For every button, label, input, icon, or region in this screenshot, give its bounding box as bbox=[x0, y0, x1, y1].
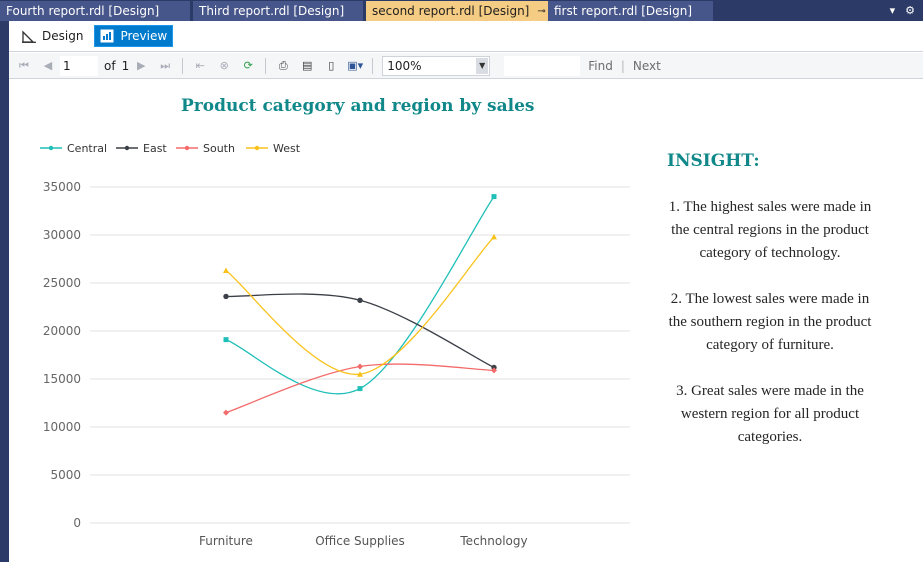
legend-label: East bbox=[143, 142, 167, 155]
design-button[interactable]: Design bbox=[17, 25, 88, 47]
data-point bbox=[357, 297, 363, 303]
legend-marker bbox=[184, 145, 190, 151]
document-tab-bar: Fourth report.rdl [Design] Third report.… bbox=[0, 0, 923, 21]
legend-label: South bbox=[203, 142, 235, 155]
y-tick-label: 10000 bbox=[43, 420, 81, 434]
insight-point-2: 2. The lowest sales were made in the sou… bbox=[668, 291, 872, 353]
last-page-icon[interactable]: ⏭ bbox=[157, 58, 173, 74]
insight-point-3: 3. Great sales were made in the western … bbox=[676, 383, 864, 445]
find-separator: | bbox=[620, 58, 625, 73]
preview-icon bbox=[100, 29, 114, 43]
page-total: 1 bbox=[121, 58, 130, 73]
left-frame bbox=[0, 21, 9, 562]
toolbar-separator bbox=[372, 57, 374, 74]
gear-icon[interactable]: ⚙ bbox=[905, 4, 915, 17]
legend-marker bbox=[254, 145, 260, 151]
refresh-icon[interactable]: ⟳ bbox=[240, 58, 256, 74]
page-setup-icon[interactable]: ▯ bbox=[323, 58, 339, 74]
page-number-input[interactable]: 1 bbox=[60, 55, 98, 76]
line-chart: 0 5000 10000 15000 20000 25000 30000 35000 Furni… bbox=[40, 142, 630, 548]
tab-label: Third report.rdl [Design] bbox=[199, 3, 345, 18]
y-tick-label: 5000 bbox=[50, 468, 81, 482]
chevron-down-icon[interactable]: ▼ bbox=[476, 57, 489, 74]
x-tick-label: Furniture bbox=[199, 534, 253, 548]
page-of-label: of bbox=[104, 58, 116, 73]
find-next-button[interactable]: Next bbox=[633, 59, 661, 73]
legend-label: Central bbox=[67, 142, 107, 155]
tab-label: first report.rdl [Design] bbox=[554, 3, 693, 18]
design-label: Design bbox=[42, 29, 84, 43]
tab-fourth-report[interactable]: Fourth report.rdl [Design] bbox=[0, 1, 190, 21]
legend-marker bbox=[48, 145, 54, 151]
x-tick-label: Technology bbox=[459, 534, 527, 548]
tab-third-report[interactable]: Third report.rdl [Design] bbox=[193, 1, 363, 21]
series-line-west bbox=[225, 236, 495, 375]
data-point bbox=[223, 267, 229, 274]
insight-heading: INSIGHT: bbox=[667, 151, 760, 171]
y-tick-label: 25000 bbox=[43, 276, 81, 290]
data-point bbox=[223, 337, 229, 343]
find-button[interactable]: Find bbox=[588, 59, 613, 73]
stop-icon[interactable]: ⊗ bbox=[216, 58, 232, 74]
tab-label: second report.rdl [Design] bbox=[372, 3, 530, 18]
data-point bbox=[357, 386, 363, 392]
preview-button[interactable]: Preview bbox=[94, 25, 174, 47]
zoom-select[interactable]: 100% ▼ bbox=[382, 55, 491, 76]
toolbar-separator bbox=[182, 57, 184, 74]
data-point bbox=[491, 194, 497, 200]
legend-label: West bbox=[273, 142, 301, 155]
tab-menu: ▾ ⚙ bbox=[890, 0, 923, 21]
toolbar-separator bbox=[265, 57, 267, 74]
first-page-icon[interactable]: ⏮ bbox=[16, 58, 32, 74]
print-icon[interactable]: ⎙ bbox=[275, 58, 291, 74]
report-toolbar: ⏮ ◀ 1 of 1 ▶ ⏭ ⇤ ⊗ ⟳ ⎙ ▤ ▯ ▣▾ 100% ▼ Fin… bbox=[9, 53, 923, 79]
zoom-value: 100% bbox=[387, 58, 422, 73]
find-input[interactable] bbox=[504, 55, 581, 76]
y-tick-label: 15000 bbox=[43, 372, 81, 386]
tab-label: Fourth report.rdl [Design] bbox=[6, 3, 160, 18]
previous-page-icon[interactable]: ◀ bbox=[40, 58, 56, 74]
export-icon[interactable]: ▣▾ bbox=[347, 58, 363, 74]
y-tick-label: 20000 bbox=[43, 324, 81, 338]
next-page-icon[interactable]: ▶ bbox=[133, 58, 149, 74]
design-ruler-icon bbox=[22, 30, 36, 43]
preview-label: Preview bbox=[120, 29, 168, 43]
print-layout-icon[interactable]: ▤ bbox=[299, 58, 315, 74]
legend-marker bbox=[124, 145, 130, 151]
dropdown-icon[interactable]: ▾ bbox=[890, 4, 896, 17]
y-tick-label: 30000 bbox=[43, 228, 81, 242]
y-tick-label: 35000 bbox=[43, 180, 81, 194]
pin-icon[interactable]: ⊸ bbox=[537, 2, 545, 21]
tab-second-report[interactable]: second report.rdl [Design] ⊸ ✕ bbox=[366, 1, 548, 21]
data-point bbox=[223, 293, 229, 300]
data-point bbox=[357, 363, 363, 370]
y-tick-label: 0 bbox=[73, 516, 81, 530]
back-icon[interactable]: ⇤ bbox=[192, 58, 208, 74]
x-tick-label: Office Supplies bbox=[315, 534, 405, 548]
data-point bbox=[223, 409, 229, 416]
report-canvas: Product category and region by sales 0 50… bbox=[9, 80, 923, 562]
insight-point-1: 1. The highest sales were made in the ce… bbox=[668, 199, 872, 261]
view-switch-bar: Design Preview bbox=[9, 21, 923, 52]
tab-first-report[interactable]: first report.rdl [Design] bbox=[548, 1, 713, 21]
